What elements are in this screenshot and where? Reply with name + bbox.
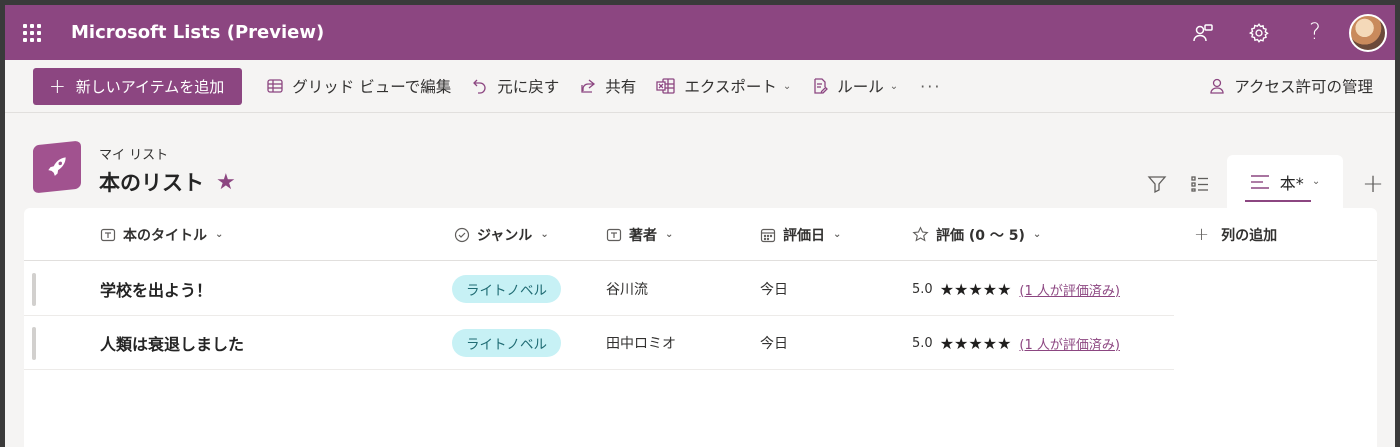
column-label: 著者 <box>629 227 657 244</box>
chevron-down-icon: ⌄ <box>833 229 842 240</box>
list-details-icon <box>1190 176 1208 192</box>
table-row[interactable]: 学校を出よう！ ライトノベル 谷川流 今日 5.0 ★★★★★ (1 人が評価済… <box>24 262 1174 316</box>
star-icons: ★★★★★ <box>939 279 1012 299</box>
cell-author: 田中ロミオ <box>606 336 676 352</box>
suite-bar: Microsoft Lists (Preview) ? <box>5 5 1395 60</box>
command-bar: + 新しいアイテムを追加 グリッド ビューで編集 元に戻す 共有 エクスポート … <box>5 60 1395 113</box>
view-list-icon <box>1250 174 1269 189</box>
cell-title[interactable]: 人類は衰退しました <box>100 316 244 370</box>
view-name: 本* <box>1279 173 1304 193</box>
cell-author: 谷川流 <box>606 282 648 298</box>
app-launcher-button[interactable] <box>5 5 59 60</box>
people-connect-icon <box>1193 23 1213 41</box>
filter-button[interactable] <box>1135 160 1178 208</box>
export-button[interactable]: エクスポート ⌄ <box>646 68 801 105</box>
more-button[interactable]: ··· <box>908 68 953 105</box>
manage-access-button[interactable]: アクセス許可の管理 <box>1198 68 1383 105</box>
people-connect-button[interactable] <box>1175 5 1231 60</box>
cell-title[interactable]: 学校を出よう！ <box>100 262 212 316</box>
calendar-icon <box>760 228 776 242</box>
settings-button[interactable] <box>1231 5 1287 60</box>
breadcrumb[interactable]: マイ リスト <box>99 144 236 163</box>
list-grid: 本のタイトル ⌄ ジャンル ⌄ 著者 ⌄ 評価日 ⌄ 評価 (0 ～ 5) ⌄ … <box>24 208 1377 447</box>
view-selector[interactable]: 本* ⌄ <box>1227 155 1343 208</box>
avatar[interactable] <box>1349 13 1387 52</box>
cell-date: 今日 <box>760 336 788 352</box>
new-item-button[interactable]: + 新しいアイテムを追加 <box>33 67 243 105</box>
rating-value: 5.0 <box>912 335 933 351</box>
gear-icon <box>1248 22 1269 43</box>
page-title: 本のリスト <box>99 171 204 195</box>
favorite-star-icon[interactable]: ★ <box>216 170 236 195</box>
column-header-genre[interactable]: ジャンル ⌄ <box>454 208 549 261</box>
genre-badge: ライトノベル <box>452 329 561 357</box>
undo-button[interactable]: 元に戻す <box>461 68 569 105</box>
column-label: 列の追加 <box>1221 227 1278 244</box>
star-icons: ★★★★★ <box>939 333 1012 353</box>
rating-stars[interactable]: ★★★★★ <box>940 334 1013 353</box>
row-selector[interactable] <box>32 327 36 360</box>
chevron-down-icon: ⌄ <box>782 80 792 92</box>
rating-value: 5.0 <box>912 281 933 297</box>
rating-count-link[interactable]: (1 人が評価済み) <box>1019 280 1120 299</box>
app-window: Microsoft Lists (Preview) ? + 新しいアイテムを追加… <box>5 5 1395 447</box>
details-pane-button[interactable] <box>1178 160 1221 208</box>
rating-count-link[interactable]: (1 人が評価済み) <box>1019 334 1120 353</box>
chevron-down-icon: ⌄ <box>1032 229 1042 240</box>
rules-button[interactable]: ルール ⌄ <box>801 68 908 105</box>
active-view-indicator <box>1245 200 1311 202</box>
undo-icon <box>473 79 486 94</box>
genre-badge: ライトノベル <box>452 275 561 303</box>
help-icon: ? <box>1309 20 1321 45</box>
column-header-title[interactable]: 本のタイトル ⌄ <box>100 208 223 261</box>
chevron-down-icon: ⌄ <box>215 229 224 240</box>
manage-access-label: アクセス許可の管理 <box>1234 78 1373 96</box>
column-label: ジャンル <box>477 227 533 244</box>
share-icon <box>581 79 596 93</box>
column-header-date[interactable]: 評価日 ⌄ <box>760 208 841 261</box>
rules-icon <box>814 78 829 94</box>
app-title[interactable]: Microsoft Lists (Preview) <box>71 22 1175 43</box>
view-bar: 本* ⌄ + <box>1135 155 1395 208</box>
rating-stars[interactable]: ★★★★★ <box>940 280 1013 299</box>
column-header-rating[interactable]: 評価 (0 ～ 5) ⌄ <box>912 208 1041 261</box>
new-item-label: 新しいアイテムを追加 <box>75 77 225 96</box>
table-row[interactable]: 人類は衰退しました ライトノベル 田中ロミオ 今日 5.0 ★★★★★ (1 人… <box>24 316 1174 370</box>
waffle-icon <box>23 23 41 42</box>
plus-icon: + <box>49 74 66 98</box>
chevron-down-icon: ⌄ <box>665 229 674 240</box>
column-header-author[interactable]: 著者 ⌄ <box>606 208 673 261</box>
share-button[interactable]: 共有 <box>569 68 646 105</box>
grid-edit-button[interactable]: グリッド ビューで編集 <box>256 68 461 105</box>
list-header: マイ リスト 本のリスト ★ <box>33 140 236 197</box>
plus-icon: + <box>1194 224 1210 245</box>
chevron-down-icon: ⌄ <box>1311 176 1321 187</box>
column-headers: 本のタイトル ⌄ ジャンル ⌄ 著者 ⌄ 評価日 ⌄ 評価 (0 ～ 5) ⌄ … <box>24 208 1377 261</box>
column-label: 評価 (0 ～ 5) <box>936 227 1025 244</box>
rules-label: ルール <box>837 78 884 96</box>
share-label: 共有 <box>605 78 637 96</box>
person-icon <box>1210 78 1224 94</box>
add-view-button[interactable]: + <box>1351 160 1395 208</box>
chevron-down-icon: ⌄ <box>889 80 899 92</box>
export-label: エクスポート <box>684 78 777 96</box>
filter-icon <box>1147 176 1166 194</box>
star-outline-icon <box>912 226 929 242</box>
row-selector[interactable] <box>32 273 36 306</box>
excel-icon <box>656 78 675 94</box>
column-label: 本のタイトル <box>123 227 207 244</box>
text-icon <box>606 228 622 241</box>
help-button[interactable]: ? <box>1287 5 1343 60</box>
add-column-button[interactable]: + 列の追加 <box>1194 208 1277 261</box>
rocket-icon <box>33 140 81 194</box>
chevron-down-icon: ⌄ <box>540 229 549 240</box>
text-icon <box>100 228 116 241</box>
choice-icon <box>454 227 470 242</box>
cell-date: 今日 <box>760 282 788 298</box>
grid-icon <box>267 79 283 93</box>
undo-label: 元に戻す <box>497 78 560 96</box>
column-label: 評価日 <box>783 227 825 244</box>
grid-edit-label: グリッド ビューで編集 <box>292 78 452 96</box>
